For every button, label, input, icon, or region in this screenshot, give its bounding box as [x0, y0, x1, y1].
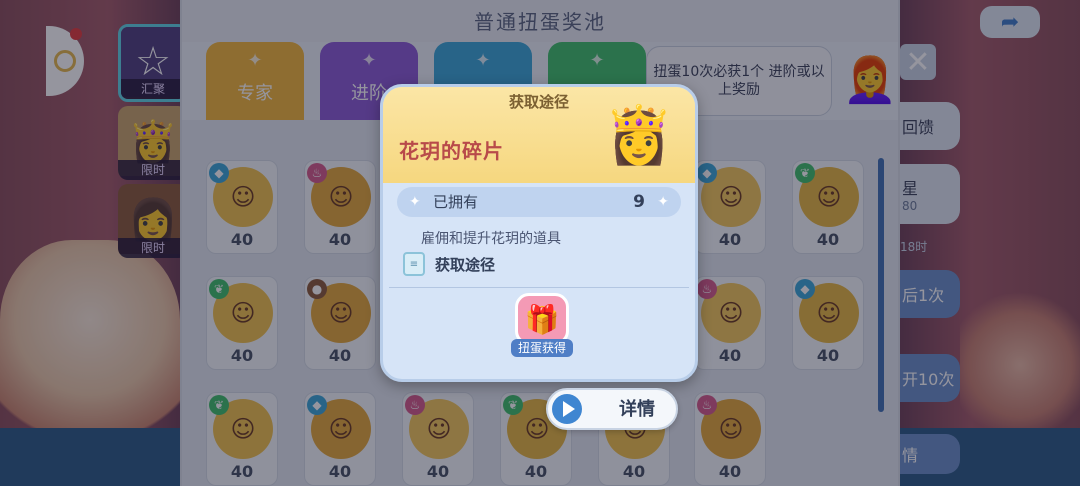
- gacha-source-label: 扭蛋获得: [511, 339, 573, 357]
- item-name: 花玥的碎片: [399, 139, 504, 163]
- gacha-source-button[interactable]: 🎁 扭蛋获得: [511, 293, 573, 357]
- gacha-machine-icon: 🎁: [515, 293, 569, 345]
- item-description: 雇佣和提升花玥的道具: [421, 231, 561, 247]
- item-source-dialog: 获取途径 花玥的碎片 👸 ✦ 已拥有 9 ✦ 雇佣和提升花玥的道具 ≡ 获取途径…: [380, 84, 698, 382]
- sparkle-icon: ✦: [657, 194, 669, 210]
- owned-count: 9: [633, 192, 645, 212]
- character-portrait: 👸: [604, 103, 674, 168]
- detail-button[interactable]: 详情: [546, 388, 678, 430]
- source-heading: 获取途径: [435, 255, 496, 274]
- divider: [389, 287, 689, 288]
- play-icon: [552, 394, 582, 424]
- source-heading-row: ≡ 获取途径: [403, 251, 495, 277]
- detail-button-label: 详情: [619, 399, 655, 420]
- owned-bar: ✦ 已拥有 9 ✦: [397, 187, 681, 217]
- sparkle-icon: ✦: [409, 194, 421, 210]
- document-icon: ≡: [403, 252, 425, 276]
- owned-label: 已拥有: [433, 193, 479, 211]
